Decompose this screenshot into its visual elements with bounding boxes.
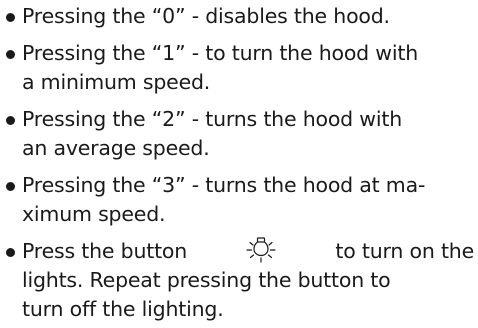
list-item-text-before-icon: Press the button [22,239,188,263]
list-item-line: ximum speed. [22,202,166,226]
list-item-line-text: lights. Repeat pressing the button to [22,268,391,292]
list-item-line: a minimum speed. [22,70,211,94]
list-item-line: Press the button to turn on the [22,237,474,266]
list-item-text: Press the button to turn on the lights. … [22,237,474,324]
list-item-text-after-icon: to turn on the [335,239,474,263]
bullet-dot [6,182,15,191]
bullet-dot [6,116,15,125]
list-item-line: lights. Repeat pressing the button to [22,266,474,295]
list-item-line: turn off the lighting. [22,297,224,321]
list-item-line: Pressing the “0” - disables the hood. [22,4,390,28]
light-bulb-icon [244,237,278,263]
list-item-text: Pressing the “2” - turns the hood with a… [22,105,474,163]
list-item-text: Pressing the “1” - to turn the hood with… [22,39,474,97]
list-item-line: Pressing the “3” - turns the hood at ma- [22,173,426,197]
bullet-dot [6,248,15,257]
list-item-line: an average speed. [22,136,210,160]
list-item-text: Pressing the “0” - disables the hood. [22,2,474,31]
list-item-line: Pressing the “1” - to turn the hood with [22,41,419,65]
bullet-dot [6,50,15,59]
list-item-line: Pressing the “2” - turns the hood with [22,107,402,131]
list-item-text: Pressing the “3” - turns the hood at ma-… [22,171,474,229]
bullet-dot [6,13,15,22]
